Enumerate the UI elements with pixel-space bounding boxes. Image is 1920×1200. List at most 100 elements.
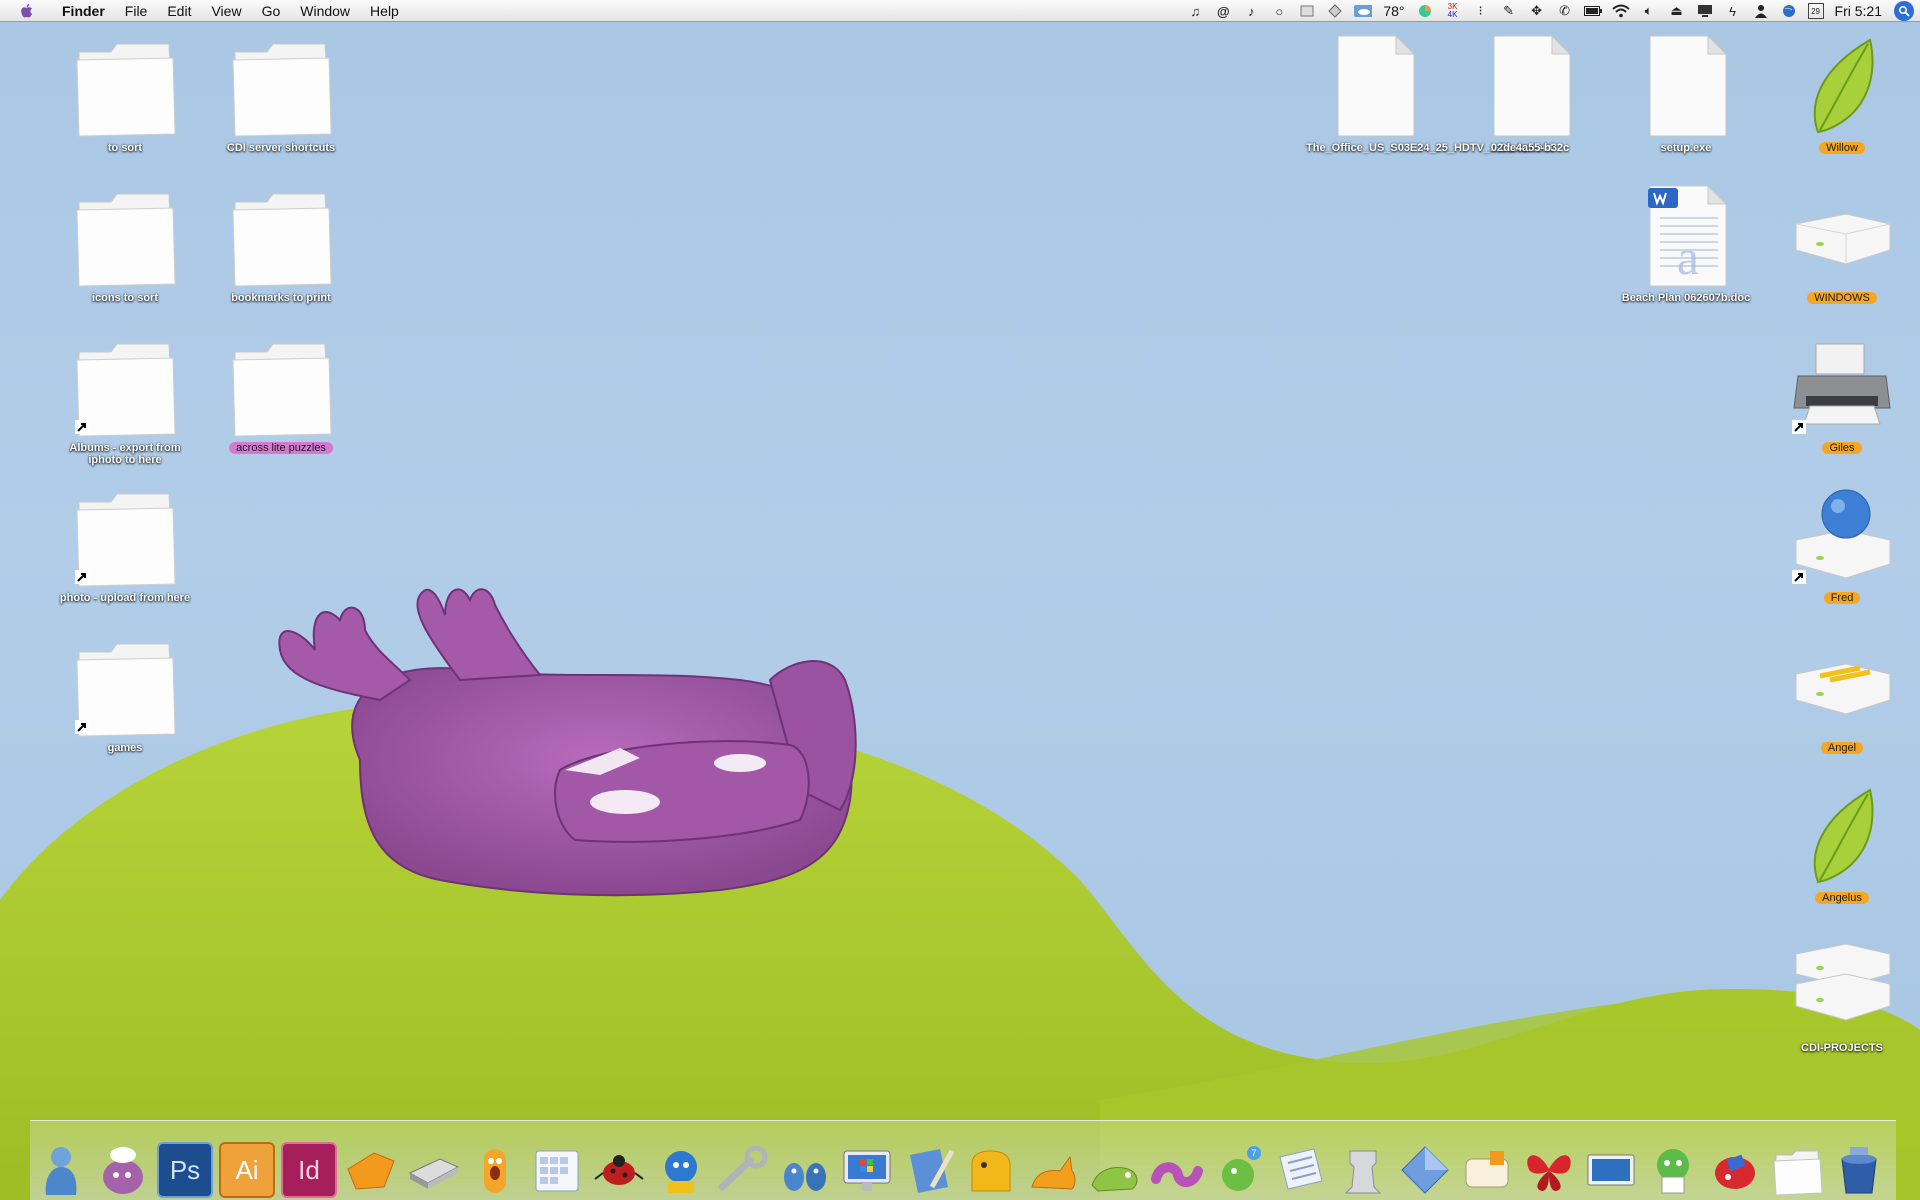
menu-go[interactable]: Go — [252, 0, 291, 22]
dock-blue-diamond[interactable] — [1394, 1139, 1456, 1200]
disk-icon[interactable] — [1298, 3, 1316, 19]
circle-icon[interactable]: ○ — [1270, 3, 1288, 19]
dock-scanner[interactable] — [402, 1139, 464, 1200]
folder-across-lite-puzzles[interactable]: across lite puzzles — [206, 334, 356, 454]
dock-newspaper[interactable] — [1270, 1139, 1332, 1200]
documents-folder-icon — [1773, 1150, 1823, 1196]
dock-windows-monitor[interactable] — [836, 1139, 898, 1200]
leaf-icon — [1790, 34, 1894, 138]
menu-app-finder[interactable]: Finder — [52, 0, 115, 22]
orange-monster-icon — [484, 1149, 506, 1193]
volume-fred[interactable]: Fred — [1767, 484, 1917, 604]
dock-rook[interactable] — [1332, 1139, 1394, 1200]
volume-windows[interactable]: WINDOWS — [1767, 184, 1917, 304]
folder-icons-to-sort[interactable]: icons to sort — [50, 184, 200, 304]
file-setup-exe[interactable]: setup.exe — [1611, 34, 1761, 154]
dock-yellow-elephant[interactable] — [960, 1139, 1022, 1200]
folder-cdi-server-shortcuts[interactable]: CDI server shortcuts — [206, 34, 356, 154]
network-icon[interactable] — [1326, 3, 1344, 19]
bolt-icon[interactable]: ϟ — [1724, 3, 1742, 19]
dock-photoshop[interactable]: Ps — [154, 1139, 216, 1200]
dock-wrench[interactable] — [712, 1139, 774, 1200]
dock-notepad-pencil[interactable] — [898, 1139, 960, 1200]
user-icon[interactable] — [1752, 3, 1770, 19]
folder-games[interactable]: games — [50, 634, 200, 754]
speaker-icon[interactable]: 🔈︎ — [1640, 3, 1658, 19]
file-the-office-torrent[interactable]: The_Office_US_S03E24_25_HDTV_...OL.torre… — [1299, 34, 1553, 154]
illustrator-icon: Ai — [219, 1142, 275, 1198]
icon-label: icons to sort — [91, 292, 158, 304]
desktop[interactable]: Finder File Edit View Go Window Help ♫ @… — [0, 0, 1920, 1200]
dock-butterfly[interactable] — [1518, 1139, 1580, 1200]
spotlight-icon[interactable] — [1894, 1, 1914, 21]
volume-angelus[interactable]: Angelus — [1767, 784, 1917, 904]
folder-to-sort[interactable]: to sort — [50, 34, 200, 154]
dock-monster-pair[interactable] — [774, 1139, 836, 1200]
menu-help[interactable]: Help — [360, 0, 409, 22]
dock-purple-worm[interactable] — [1146, 1139, 1208, 1200]
display-icon[interactable] — [1696, 3, 1714, 19]
volume-willow[interactable]: Willow — [1767, 34, 1917, 154]
dock-documents-folder[interactable] — [1766, 1139, 1828, 1200]
dock-green-bird[interactable]: 7 — [1208, 1139, 1270, 1200]
volume-angel[interactable]: Angel — [1767, 634, 1917, 754]
dock-chef-monster[interactable] — [92, 1139, 154, 1200]
move-icon[interactable]: ✥ — [1528, 3, 1546, 19]
volume-giles[interactable]: Giles — [1767, 334, 1917, 454]
chef-monster-icon — [103, 1147, 143, 1194]
dock-illustrator[interactable]: Ai — [216, 1139, 278, 1200]
eighth-note-icon[interactable]: ♪ — [1242, 3, 1260, 19]
pie-chart-icon[interactable] — [1416, 3, 1434, 19]
file-beach-plan-doc[interactable]: a Beach Plan 062607b.doc — [1611, 184, 1761, 304]
file-02de4a55[interactable]: 02de4a55-b32c — [1455, 34, 1605, 154]
red-bug-icon — [1715, 1154, 1755, 1189]
dock-mailbox[interactable] — [1456, 1139, 1518, 1200]
globe-drive-icon — [1790, 484, 1894, 588]
weather-icon[interactable] — [1354, 3, 1373, 19]
dock-ladybug[interactable] — [588, 1139, 650, 1200]
blue-screen-icon — [1587, 1154, 1635, 1186]
folder-photo-upload[interactable]: photo - upload from here — [50, 484, 200, 604]
photoshop-label: Ps — [169, 1154, 201, 1185]
volume-dots-icon[interactable]: ⁝ — [1472, 3, 1490, 19]
phone-icon[interactable]: ✆ — [1556, 3, 1574, 19]
dock-green-creature[interactable] — [1084, 1139, 1146, 1200]
folder-bookmarks-to-print[interactable]: bookmarks to print — [206, 184, 356, 304]
at-sign-icon[interactable]: @ — [1214, 3, 1232, 19]
dock-red-bug[interactable] — [1704, 1139, 1766, 1200]
menu-file[interactable]: File — [115, 0, 158, 22]
icon-label: WINDOWS — [1807, 292, 1877, 304]
music-note-icon[interactable]: ♫ — [1186, 3, 1204, 19]
dock-finder-guy[interactable] — [30, 1139, 92, 1200]
dock-trash[interactable] — [1828, 1139, 1890, 1200]
dock-mail-bird[interactable] — [650, 1139, 712, 1200]
menu-edit[interactable]: Edit — [157, 0, 201, 22]
eject-icon[interactable]: ⏏ — [1668, 3, 1686, 19]
wifi-icon[interactable] — [1611, 3, 1630, 19]
dock-orange-cat[interactable] — [1022, 1139, 1084, 1200]
folder-icon — [73, 34, 177, 138]
volume-cdi-projects[interactable]: CDI-PROJECTS — [1767, 934, 1917, 1054]
icon-label: CDI server shortcuts — [226, 142, 336, 154]
dock: Ps Ai Id 7 — [30, 1120, 1896, 1200]
dock-green-robot[interactable] — [1642, 1139, 1704, 1200]
temperature-readout[interactable]: 78° — [1383, 3, 1404, 19]
globe-icon[interactable] — [1780, 3, 1798, 19]
apple-logo-icon[interactable] — [16, 0, 38, 22]
folder-albums-export[interactable]: Albums - export from iphoto to here — [50, 334, 200, 466]
battery-icon[interactable] — [1583, 3, 1602, 19]
mailbox-icon — [1465, 1151, 1509, 1188]
menubar-clock[interactable]: Fri 5:21 — [1835, 3, 1882, 19]
calendar-icon[interactable]: 29 — [1807, 3, 1824, 19]
menu-view[interactable]: View — [201, 0, 251, 22]
menu-window[interactable]: Window — [290, 0, 360, 22]
pencil-icon[interactable]: ✎ — [1500, 3, 1518, 19]
icon-label: to sort — [107, 142, 143, 154]
dock-indesign[interactable]: Id — [278, 1139, 340, 1200]
icon-label: Albums - export from iphoto to here — [69, 442, 181, 466]
netspeed-icon[interactable]: 3K 4K — [1444, 3, 1462, 19]
dock-orange-tag[interactable] — [340, 1139, 402, 1200]
dock-calendar-grid[interactable] — [526, 1139, 588, 1200]
dock-blue-screen[interactable] — [1580, 1139, 1642, 1200]
dock-orange-monster[interactable] — [464, 1139, 526, 1200]
